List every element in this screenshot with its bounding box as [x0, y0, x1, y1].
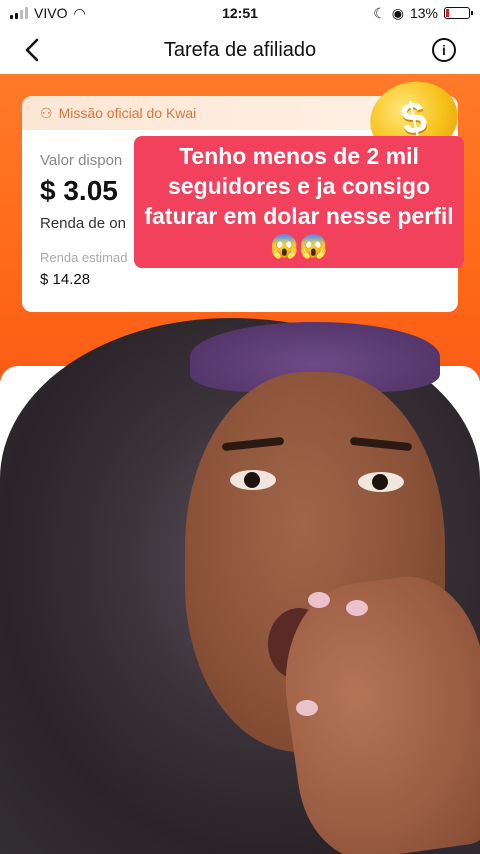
- nav-bar: Tarefa de afiliado i: [0, 26, 480, 74]
- status-left: VIVO ◠: [10, 5, 86, 22]
- status-right: ☾ ◉ 13%: [373, 4, 473, 22]
- battery-icon: [444, 7, 473, 19]
- search-icon[interactable]: ⌕: [445, 522, 454, 540]
- commission-label: única: [424, 566, 458, 582]
- carrier-label: VIVO: [34, 5, 68, 21]
- promote-button[interactable]: r: [338, 622, 458, 660]
- commission-value: 15.00: [412, 590, 458, 610]
- battery-percent: 13%: [409, 5, 438, 21]
- status-time: 12:51: [222, 5, 258, 21]
- product-name: BLAZER 01: [60, 566, 140, 583]
- chevron-left-icon: [25, 38, 39, 62]
- back-button[interactable]: [18, 36, 46, 64]
- sort-dropdown[interactable]: Ordenamento: [22, 522, 114, 539]
- video-caption: Tenho menos de 2 mil seguidores e ja con…: [134, 136, 464, 268]
- tab-in-progress[interactable]: Em andamento: [18, 464, 133, 484]
- rotation-lock-icon: ◉: [391, 4, 404, 21]
- wifi-icon: ◠: [73, 4, 86, 21]
- users-icon: ⚇: [40, 104, 53, 121]
- estimated-income-amount: $ 14.28: [40, 271, 91, 288]
- sheet-title: Tarefa de afiliado: [22, 414, 167, 435]
- mission-header-label: Missão oficial do Kwai: [58, 105, 197, 121]
- tab-bar: Em andamento E: [18, 464, 185, 484]
- info-icon[interactable]: i: [432, 38, 456, 62]
- page-title: Tarefa de afiliado: [163, 38, 317, 61]
- tab-other[interactable]: E: [173, 464, 184, 484]
- moon-icon: ☾: [373, 4, 386, 21]
- status-bar: VIVO ◠ 12:51 ☾ ◉ 13%: [0, 0, 480, 26]
- signal-icon: [10, 7, 28, 19]
- affiliate-task-sheet: Tarefa de afiliado Em andamento E Ordena…: [0, 366, 480, 854]
